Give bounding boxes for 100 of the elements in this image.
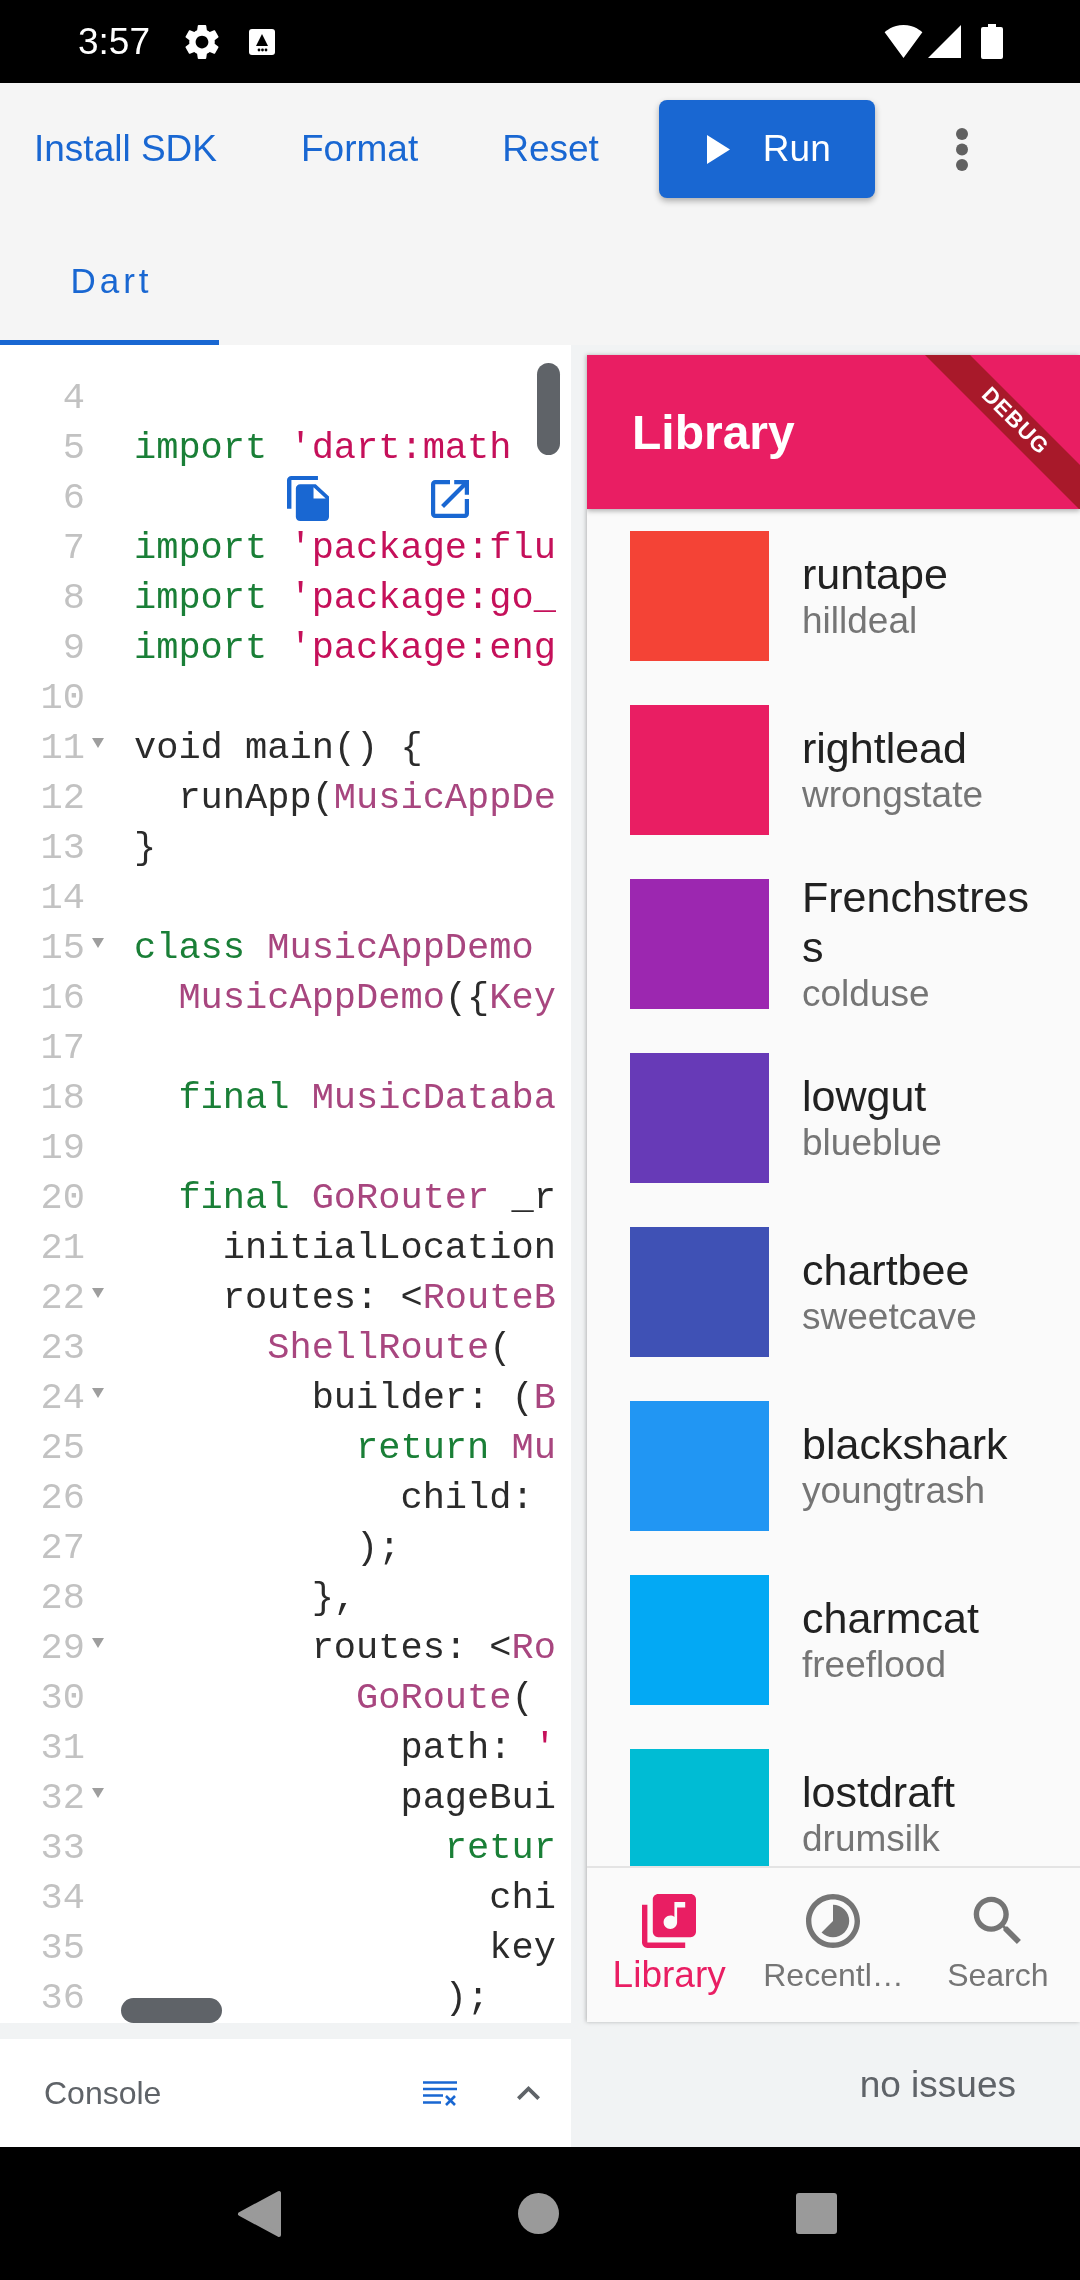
line-number: 29 [40, 1627, 85, 1669]
song-title: Frenchstress [802, 872, 1030, 972]
artist-name: sweetcave [802, 1295, 977, 1339]
code-line: }, [311, 1577, 357, 1619]
code-line: routes: <RouteB [222, 1277, 556, 1319]
app-bar-title: Library [632, 404, 795, 460]
settings-icon [185, 24, 219, 59]
fold-caret-icon[interactable] [92, 738, 104, 748]
console-title: Console [44, 2074, 162, 2112]
line-number: 21 [40, 1227, 85, 1269]
line-number: 25 [40, 1427, 85, 1469]
code-line: initialLocation [222, 1227, 556, 1269]
code-line: void main() { [134, 727, 423, 769]
line-number: 14 [40, 877, 85, 919]
home-icon[interactable] [518, 2193, 559, 2234]
line-number: 11 [40, 727, 85, 769]
bottom-nav-item[interactable]: Search [947, 1868, 1049, 2022]
issues-status: no issues [859, 2063, 1016, 2106]
code-line: ); [444, 1977, 490, 2019]
song-title: charmcat [802, 1593, 979, 1643]
play-icon [706, 134, 730, 164]
fold-caret-icon[interactable] [92, 1288, 104, 1298]
music-library-icon [642, 1894, 697, 1948]
code-line: retur [444, 1827, 556, 1869]
toolbar-button[interactable]: Reset [478, 127, 623, 171]
toolbar-button[interactable]: Format [277, 127, 443, 171]
code-line: child: [400, 1477, 534, 1519]
clear-list-icon[interactable] [423, 2080, 457, 2106]
song-title: lostdraft [802, 1767, 955, 1817]
code-line: builder: (B [311, 1377, 556, 1419]
code-line: } [134, 827, 157, 869]
run-button[interactable]: Run [658, 100, 875, 198]
line-number: 15 [40, 927, 85, 969]
line-number: 9 [62, 627, 85, 669]
code-line: import 'package:eng [134, 627, 556, 669]
fold-caret-icon[interactable] [92, 938, 104, 948]
vertical-scrollbar-thumb[interactable] [537, 363, 560, 455]
line-number: 33 [40, 1827, 85, 1869]
code-line: ShellRoute( [267, 1327, 512, 1369]
artist-name: blueblue [802, 1121, 942, 1165]
line-number: 7 [62, 527, 85, 569]
wifi-icon [884, 25, 923, 58]
fold-caret-icon[interactable] [92, 1388, 104, 1398]
artist-name: colduse [802, 972, 930, 1016]
signal-icon [928, 25, 961, 58]
code-line: ); [356, 1527, 401, 1569]
line-number: 19 [40, 1127, 85, 1169]
line-number: 20 [40, 1177, 85, 1219]
line-number: 32 [40, 1777, 85, 1819]
song-title: chartbee [802, 1245, 970, 1295]
code-line: final GoRouter _r [178, 1177, 556, 1219]
line-number: 5 [62, 427, 85, 469]
line-number: 22 [40, 1277, 85, 1319]
horizontal-scrollbar-thumb[interactable] [121, 1998, 222, 2023]
status-time: 3:57 [78, 19, 150, 64]
code-line: import 'package:go_ [134, 577, 556, 619]
notification-icon [249, 28, 275, 55]
caret-up-icon[interactable] [517, 2086, 540, 2100]
line-number: 4 [62, 377, 85, 419]
code-line: routes: <Ro [311, 1627, 556, 1669]
line-number: 31 [40, 1727, 85, 1769]
bottom-nav-item[interactable]: Library [612, 1868, 726, 2022]
code-line: import 'dart:math [134, 427, 512, 469]
line-number: 10 [40, 677, 85, 719]
code-line: GoRoute( [356, 1677, 534, 1719]
song-title: lowgut [802, 1071, 927, 1121]
line-number: 28 [40, 1577, 85, 1619]
more-vertical-icon [956, 127, 968, 171]
code-line: import 'package:flu [134, 527, 556, 569]
fold-caret-icon[interactable] [92, 1788, 104, 1798]
line-number: 36 [40, 1977, 85, 2019]
artist-name: freeflood [802, 1643, 946, 1687]
artist-name: wrongstate [802, 773, 983, 817]
line-number: 13 [40, 827, 85, 869]
code-line: class MusicAppDemo [134, 927, 534, 969]
toolbar-button[interactable]: Install SDK [10, 127, 241, 171]
code-line: return Mu [356, 1427, 556, 1469]
line-number: 17 [40, 1027, 85, 1069]
artist-name: hilldeal [802, 599, 918, 643]
copy-icon[interactable] [287, 476, 329, 521]
code-line: chi [489, 1877, 556, 1919]
song-title: blackshark [802, 1419, 1008, 1469]
line-number: 26 [40, 1477, 85, 1519]
fold-caret-icon[interactable] [92, 1638, 104, 1648]
bottom-nav-item[interactable]: Recentl… [763, 1868, 904, 2022]
external-link-icon[interactable] [431, 480, 469, 518]
line-number: 18 [40, 1077, 85, 1119]
back-icon[interactable] [237, 2189, 281, 2238]
line-number: 23 [40, 1327, 85, 1369]
code-line: path: ' [400, 1727, 556, 1769]
artist-name: drumsilk [802, 1817, 940, 1861]
line-number: 16 [40, 977, 85, 1019]
code-line: MusicAppDemo({Key [178, 977, 556, 1019]
line-number: 27 [40, 1527, 85, 1569]
line-number: 30 [40, 1677, 85, 1719]
artist-name: youngtrash [802, 1469, 986, 1513]
code-line: runApp(MusicAppDe [178, 777, 556, 819]
code-line: key [489, 1927, 556, 1969]
code-line: final MusicDataba [178, 1077, 556, 1119]
line-number: 35 [40, 1927, 85, 1969]
